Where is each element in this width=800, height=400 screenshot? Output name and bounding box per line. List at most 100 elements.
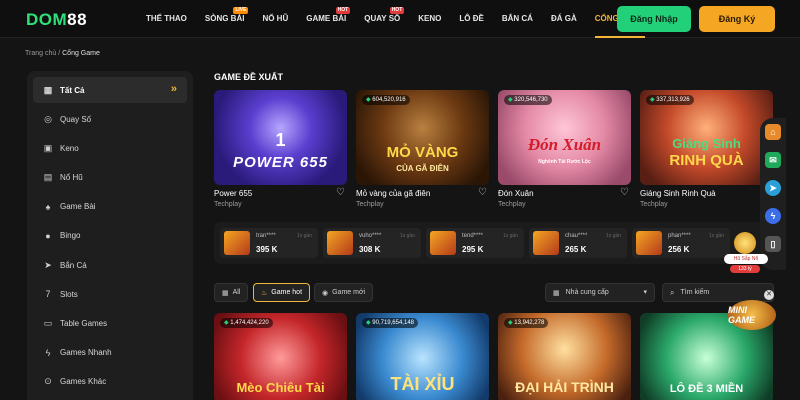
- nav-ban-ca[interactable]: BẮN CÁ: [502, 0, 533, 38]
- chat-icon[interactable]: ✉: [765, 152, 781, 168]
- game-art-title: Giáng Sinh: [672, 136, 741, 151]
- game-art-title: LÔ ĐỀ 3 MIỀN: [669, 383, 744, 395]
- winner-username: tran****: [256, 233, 276, 239]
- nav-lo-de[interactable]: LÔ ĐỀ: [459, 0, 483, 38]
- game-art-title: Đón Xuân: [527, 135, 602, 154]
- nav-song-bai[interactable]: SÒNG BÀI LIVE: [205, 0, 249, 38]
- game-provider: Techplay: [640, 201, 668, 208]
- sidebar-item-game-bai[interactable]: ♠ Game Bài: [33, 194, 187, 220]
- winner-item[interactable]: tend**** 295 K 1s gần: [426, 228, 524, 258]
- filter-all-button[interactable]: ▦ All: [214, 283, 249, 302]
- sidebar-item-keno[interactable]: ▣ Keno: [33, 135, 187, 161]
- game-art-title: ĐẠI HẢI TRÌNH: [515, 379, 614, 395]
- grid-icon: ▦: [553, 289, 560, 297]
- game-name[interactable]: Power 655: [214, 189, 252, 198]
- game-card-power-655[interactable]: 1 POWER 655: [214, 90, 347, 185]
- telegram-icon[interactable]: ➤: [765, 180, 781, 196]
- mini-game-button[interactable]: MINI GAME: [728, 300, 776, 330]
- filter-game-hot-button[interactable]: ♨ Game hot: [253, 283, 311, 302]
- game-card-meo-chieu-tai[interactable]: 1,474,424,220 Mèo Chiêu Tài: [214, 313, 347, 400]
- hot-badge: HOT: [389, 7, 405, 14]
- sidebar-item-slots[interactable]: 7 Slots: [33, 281, 187, 307]
- game-art-subtitle: Nghênh Tài Rước Lộc: [538, 159, 591, 165]
- filter-game-moi-button[interactable]: ◉ Game mới: [314, 283, 374, 302]
- winner-time: 1s gần: [399, 233, 415, 239]
- section-title: GAME ĐỀ XUẤT: [214, 72, 284, 82]
- heart-icon[interactable]: ♡: [336, 187, 345, 198]
- game-thumbnail: [636, 231, 662, 255]
- winner-amount: 265 K: [565, 245, 587, 254]
- sidebar-item-table-games[interactable]: ▭ Table Games: [33, 311, 187, 337]
- winner-username: vuho****: [359, 233, 382, 239]
- sidebar-item-ban-ca[interactable]: ➤ Bắn Cá: [33, 252, 187, 278]
- winner-amount: 395 K: [256, 245, 278, 254]
- nav-quay-so[interactable]: QUAY SỐ HOT: [364, 0, 405, 38]
- nav-game-bai[interactable]: GAME BÀI HOT: [306, 0, 351, 38]
- jackpot-soon-widget[interactable]: Hũ Sắp Nổ 133 tỷ: [720, 232, 770, 274]
- live-badge: LIVE: [233, 7, 249, 14]
- sidebar-item-bingo[interactable]: ● Bingo: [33, 223, 187, 249]
- nav-no-hu[interactable]: NỔ HŨ: [262, 0, 288, 38]
- close-icon[interactable]: ✕: [764, 290, 774, 300]
- logo[interactable]: DOM88: [26, 10, 87, 30]
- game-art-title: TÀI XỈU: [390, 374, 455, 394]
- game-name[interactable]: Giáng Sinh Rinh Quà: [640, 189, 716, 198]
- heart-icon[interactable]: ♡: [478, 187, 487, 198]
- seven-icon: 7: [45, 289, 51, 300]
- search-icon: ⌕: [670, 287, 675, 297]
- game-card-mo-vang[interactable]: 604,520,916 MỎ VÀNG CỦA GÃ ĐIÊN: [356, 90, 489, 185]
- winner-amount: 256 K: [668, 245, 690, 254]
- chevron-down-icon: ▾: [643, 289, 647, 296]
- winner-time: 1s gần: [502, 233, 518, 239]
- new-icon: ◉: [322, 289, 329, 297]
- winner-item[interactable]: chau**** 265 K 1s gần: [529, 228, 627, 258]
- game-name[interactable]: Đón Xuân: [498, 189, 534, 198]
- game-art-title: Mèo Chiêu Tài: [236, 380, 325, 395]
- winner-item[interactable]: tran**** 395 K 1s gần: [220, 228, 318, 258]
- sidebar-item-games-khac[interactable]: ⊙ Games Khác: [33, 369, 187, 395]
- sidebar: ▦ Tất Cả » ◎ Quay Số ▣ Keno ▤ Nổ Hũ ♠ Ga…: [27, 71, 193, 400]
- messenger-icon[interactable]: ϟ: [765, 208, 781, 224]
- game-thumbnail: [327, 231, 353, 255]
- game-card-dai-hai-trinh[interactable]: 13,942,278 ĐẠI HẢI TRÌNH: [498, 313, 631, 400]
- search-input[interactable]: ⌕ Tìm kiếm: [662, 283, 774, 302]
- cards-icon: ♠: [45, 201, 51, 212]
- nav-da-ga[interactable]: ĐÁ GÀ: [551, 0, 577, 38]
- winner-username: chau****: [565, 233, 588, 239]
- grid-icon: ▦: [222, 289, 229, 297]
- sidebar-item-no-hu[interactable]: ▤ Nổ Hũ: [33, 165, 187, 191]
- game-provider: Techplay: [356, 201, 384, 208]
- game-name[interactable]: Mỏ vàng của gã điên: [356, 189, 430, 198]
- game-art-subtitle: RINH QUÀ: [669, 152, 744, 169]
- sidebar-item-games-nhanh[interactable]: ϟ Games Nhanh: [33, 340, 187, 366]
- heart-icon[interactable]: ♡: [620, 187, 629, 198]
- game-art-title: POWER 655: [233, 154, 328, 171]
- game-provider: Techplay: [214, 201, 242, 208]
- breadcrumb-current: Cổng Game: [62, 50, 100, 57]
- provider-dropdown[interactable]: ▦ Nhà cung cấp ▾: [545, 283, 655, 302]
- fish-icon: ➤: [44, 259, 52, 270]
- jackpot-badge: 1,474,424,220: [220, 318, 273, 328]
- game-card-tai-xiu[interactable]: 90,719,654,148 TÀI XỈU: [356, 313, 489, 400]
- jackpot-badge: 604,520,916: [362, 95, 410, 105]
- game-card-don-xuan[interactable]: 320,546,730 Đón Xuân Nghênh Tài Rước Lộc: [498, 90, 631, 185]
- nav-the-thao[interactable]: THỂ THAO: [146, 0, 187, 38]
- register-button[interactable]: Đăng Ký: [699, 6, 775, 32]
- chevron-right-icon: »: [170, 83, 177, 95]
- sidebar-item-tat-ca[interactable]: ▦ Tất Cả »: [33, 77, 187, 103]
- game-card-giang-sinh[interactable]: 337,313,926 Giáng Sinh RINH QUÀ: [640, 90, 773, 185]
- lightning-icon: ϟ: [45, 347, 51, 358]
- gift-icon[interactable]: ⌂: [765, 124, 781, 140]
- winner-item[interactable]: vuho**** 308 K 1s gần: [323, 228, 421, 258]
- login-button[interactable]: Đăng Nhập: [617, 6, 691, 32]
- breadcrumb-home[interactable]: Trang chủ: [25, 50, 56, 57]
- hot-badge: HOT: [335, 7, 351, 14]
- sidebar-item-quay-so[interactable]: ◎ Quay Số: [33, 106, 187, 132]
- slot-machine-icon: ▤: [43, 172, 53, 183]
- winner-item[interactable]: phan**** 256 K 1s gần: [632, 228, 730, 258]
- power-ball: 1: [275, 130, 286, 150]
- recent-winners: tran**** 395 K 1s gần vuho**** 308 K 1s …: [214, 222, 774, 264]
- table-icon: ▭: [43, 318, 53, 328]
- nav-keno[interactable]: KENO: [418, 0, 441, 38]
- winner-username: tend****: [462, 233, 484, 239]
